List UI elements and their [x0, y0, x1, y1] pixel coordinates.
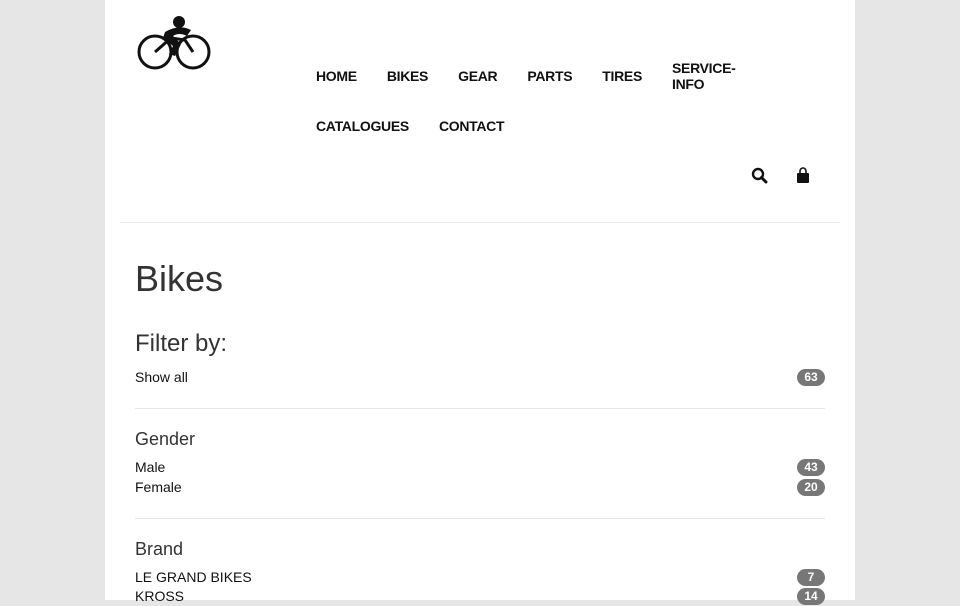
nav-item-contact[interactable]: CONTACT — [439, 118, 505, 134]
page-container: HOME BIKES GEAR PARTS TIRES SERVICE-INFO… — [105, 0, 855, 605]
count-badge: 63 — [797, 368, 825, 386]
cyclist-logo-icon[interactable] — [135, 14, 213, 70]
count-badge: 43 — [797, 458, 825, 476]
brand-group-title: Brand — [135, 539, 184, 559]
nav-item-parts[interactable]: PARTS — [527, 68, 572, 84]
nav-item-tires[interactable]: TIRES — [602, 68, 642, 84]
filter-label[interactable]: Female — [135, 479, 182, 495]
nav-row-secondary: CATALOGUES CONTACT — [316, 114, 796, 138]
page-title: Bikes — [135, 258, 224, 299]
filter-label[interactable]: KROSS — [135, 588, 184, 604]
nav-item-bikes[interactable]: BIKES — [387, 68, 429, 84]
count-badge: 7 — [797, 568, 825, 586]
gender-group-title: Gender — [135, 429, 196, 449]
filter-show-all[interactable]: Show all 63 — [135, 367, 825, 387]
filter-gender-male[interactable]: Male 43 — [135, 457, 825, 477]
nav-item-service-info[interactable]: SERVICE-INFO — [672, 60, 766, 92]
nav-row-primary: HOME BIKES GEAR PARTS TIRES SERVICE-INFO — [316, 60, 796, 92]
header-divider — [120, 222, 840, 223]
shopping-bag-icon[interactable] — [793, 166, 813, 186]
main-navigation: HOME BIKES GEAR PARTS TIRES SERVICE-INFO… — [316, 60, 796, 138]
filter-label[interactable]: LE GRAND BIKES — [135, 569, 252, 585]
filter-gender-female[interactable]: Female 20 — [135, 477, 825, 497]
section-divider — [135, 408, 825, 409]
nav-item-home[interactable]: HOME — [316, 68, 357, 84]
nav-item-catalogues[interactable]: CATALOGUES — [316, 118, 409, 134]
filter-brand-le-grand-bikes[interactable]: LE GRAND BIKES 7 — [135, 567, 825, 587]
count-badge: 20 — [797, 478, 825, 496]
count-badge: 14 — [797, 587, 825, 605]
nav-item-gear[interactable]: GEAR — [458, 68, 498, 84]
search-icon[interactable] — [750, 166, 770, 186]
filter-heading: Filter by: — [135, 330, 228, 357]
filter-label[interactable]: Show all — [135, 369, 188, 385]
section-divider — [135, 518, 825, 519]
filter-label[interactable]: Male — [135, 459, 165, 475]
filter-brand-kross[interactable]: KROSS 14 — [135, 586, 825, 606]
